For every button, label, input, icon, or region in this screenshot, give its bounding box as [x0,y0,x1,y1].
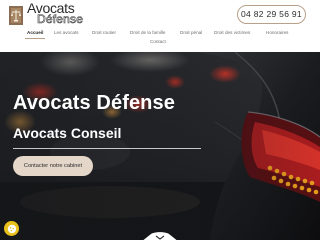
logo-text-line2: Défense [37,12,84,26]
hero-subtitle: Avocats Conseil [13,125,122,141]
nav-item-contact[interactable]: Contact [150,38,166,45]
nav-item-droit-famille[interactable]: Droit de la famille [130,29,166,36]
site-header: Avocats Défense 04 82 29 56 91 Accueil L… [0,0,320,52]
nav-item-droit-victimes[interactable]: Droit des victimes [214,29,250,36]
scales-icon [9,6,23,25]
site-logo[interactable]: Avocats Défense [9,1,83,27]
cookie-icon [7,224,16,233]
nav-item-accueil[interactable]: Accueil [27,29,43,36]
scroll-down-button[interactable] [141,232,179,240]
phone-button[interactable]: 04 82 29 56 91 [237,5,306,24]
nav-item-droit-penal[interactable]: Droit pénal [180,29,202,36]
hero-title: Avocats Défense [13,92,175,114]
nav-active-underline [25,38,45,39]
nav-item-les-avocats[interactable]: Les avocats [54,29,79,36]
hero-divider [13,148,201,149]
cookie-settings-button[interactable] [4,221,19,236]
nav-item-honoraires[interactable]: Honoraires [266,29,288,36]
hero-banner: Avocats Défense Avocats Conseil Contacte… [0,52,320,240]
nav-item-droit-routier[interactable]: Droit routier [92,29,116,36]
contact-cabinet-button[interactable]: Contacter notre cabinet [13,156,93,176]
hero-overlay [0,52,320,240]
